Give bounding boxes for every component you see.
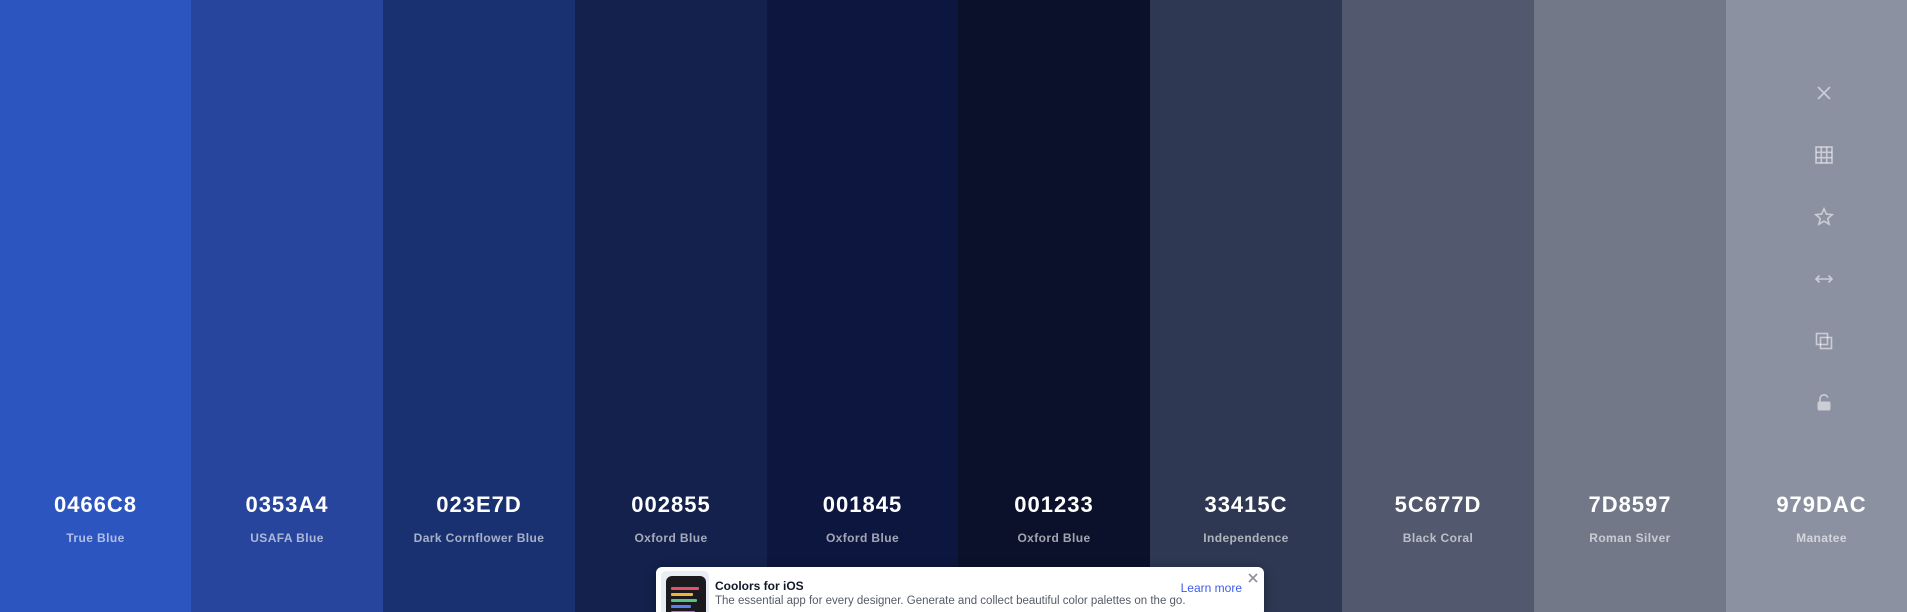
color-name[interactable]: Manatee (1726, 531, 1907, 545)
close-icon (1817, 86, 1831, 100)
palette: 0466C8 True Blue 0353A4 USAFA Blue 023E7D Dar… (0, 0, 1907, 612)
close-icon (1248, 573, 1258, 583)
color-swatch[interactable]: 002855 Oxford Blue (575, 0, 767, 612)
color-swatch[interactable]: 0466C8 True Blue (0, 0, 191, 612)
color-name[interactable]: Black Coral (1342, 531, 1534, 545)
banner-description: The essential app for every designer. Ge… (715, 595, 1186, 607)
view-shades-button[interactable] (1803, 124, 1845, 186)
color-swatch[interactable]: 33415C Independence (1150, 0, 1342, 612)
toggle-lock-button[interactable] (1803, 372, 1845, 434)
hex-code[interactable]: 002855 (575, 492, 767, 518)
hex-code[interactable]: 33415C (1150, 492, 1342, 518)
color-name[interactable]: Oxford Blue (767, 531, 958, 545)
unlock-icon (1817, 394, 1831, 411)
color-name[interactable]: Independence (1150, 531, 1342, 545)
color-name[interactable]: USAFA Blue (191, 531, 383, 545)
color-name[interactable]: Dark Cornflower Blue (383, 531, 575, 545)
color-swatch[interactable]: 001233 Oxford Blue (958, 0, 1150, 612)
save-color-button[interactable] (1803, 186, 1845, 248)
swatch-toolbar (1803, 62, 1845, 434)
color-swatch[interactable]: 001845 Oxford Blue (767, 0, 958, 612)
color-swatch[interactable]: 023E7D Dark Cornflower Blue (383, 0, 575, 612)
hex-code[interactable]: 023E7D (383, 492, 575, 518)
hex-code[interactable]: 5C677D (1342, 492, 1534, 518)
color-swatch[interactable]: 0353A4 USAFA Blue (191, 0, 383, 612)
hex-code[interactable]: 0466C8 (0, 492, 191, 518)
color-name[interactable]: Oxford Blue (575, 531, 767, 545)
drag-button[interactable] (1803, 248, 1845, 310)
app-thumbnail (661, 571, 709, 612)
hex-code[interactable]: 7D8597 (1534, 492, 1726, 518)
copy-hex-button[interactable] (1803, 310, 1845, 372)
learn-more-link[interactable]: Learn more (1181, 581, 1242, 595)
drag-arrows-icon (1814, 274, 1834, 284)
color-name[interactable]: Oxford Blue (958, 531, 1150, 545)
color-name[interactable]: True Blue (0, 531, 191, 545)
color-swatch[interactable]: 5C677D Black Coral (1342, 0, 1534, 612)
hex-code[interactable]: 001233 (958, 492, 1150, 518)
remove-color-button[interactable] (1803, 62, 1845, 124)
star-icon (1813, 206, 1835, 226)
grid-icon (1815, 146, 1833, 164)
close-banner-button[interactable] (1247, 571, 1259, 583)
hex-code[interactable]: 001845 (767, 492, 958, 518)
hex-code[interactable]: 979DAC (1726, 492, 1907, 518)
color-swatch[interactable]: 7D8597 Roman Silver (1534, 0, 1726, 612)
hex-code[interactable]: 0353A4 (191, 492, 383, 518)
color-name[interactable]: Roman Silver (1534, 531, 1726, 545)
copy-icon (1815, 332, 1833, 350)
ios-app-banner[interactable]: Coolors for iOS The essential app for ev… (656, 567, 1264, 612)
